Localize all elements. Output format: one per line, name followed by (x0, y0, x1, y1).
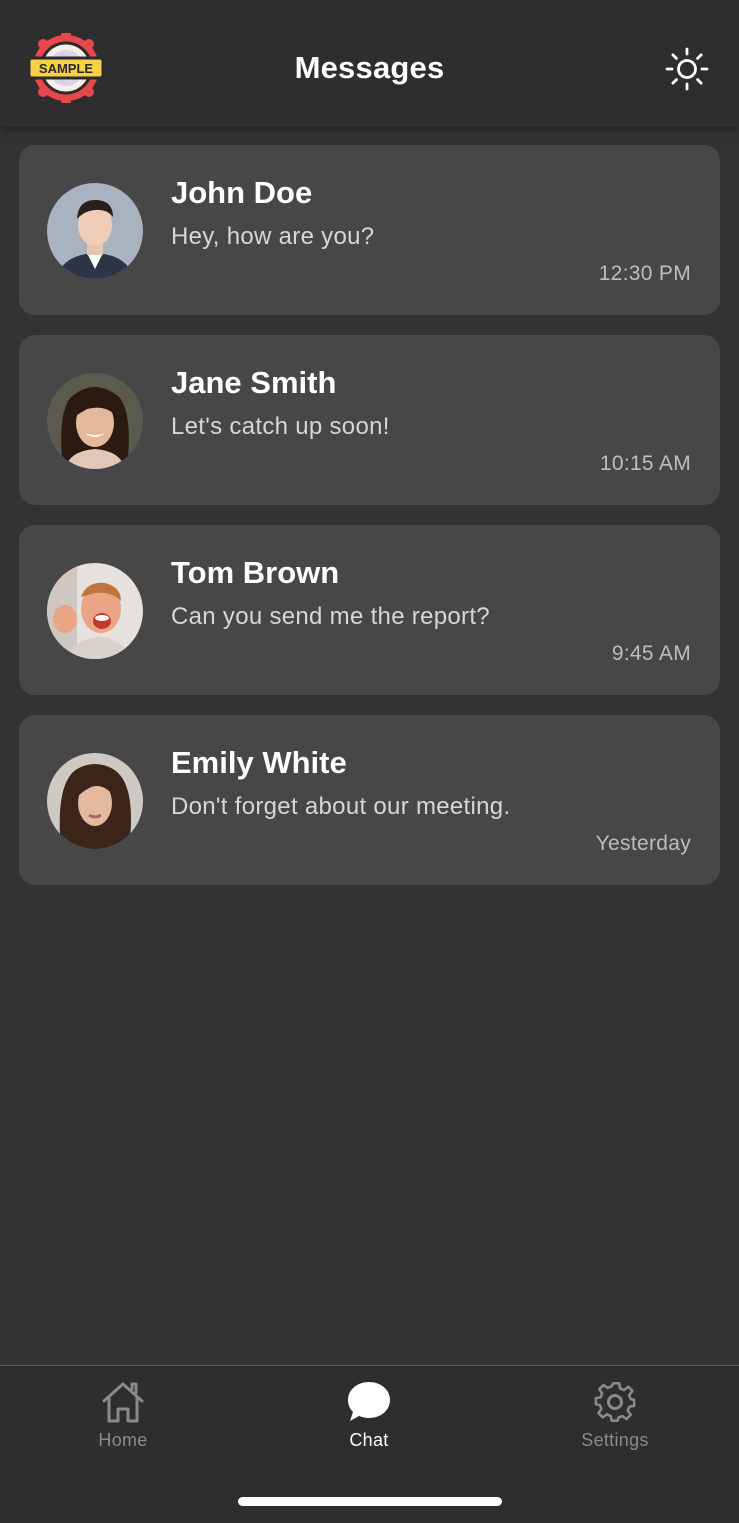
contact-name: John Doe (171, 175, 313, 210)
tab-home-label: Home (98, 1430, 148, 1450)
avatar (47, 753, 143, 849)
contact-name: Tom Brown (171, 555, 340, 590)
message-preview: Don't forget about our meeting. (171, 793, 511, 820)
conversation-item-jane-smith[interactable]: Jane Smith Let's catch up soon! 10:15 AM (19, 335, 720, 505)
contact-name: Jane Smith (171, 365, 337, 400)
avatar (47, 563, 143, 659)
message-preview: Let's catch up soon! (171, 413, 390, 440)
tab-chat[interactable]: Chat (289, 1380, 449, 1456)
tab-settings[interactable]: Settings (535, 1380, 695, 1456)
theme-toggle-button[interactable] (664, 46, 710, 92)
message-preview: Hey, how are you? (171, 223, 375, 250)
message-time: 10:15 AM (599, 452, 691, 475)
sun-icon (665, 47, 709, 91)
message-time: 9:45 AM (611, 642, 691, 665)
chat-bubble-icon (348, 1382, 390, 1421)
conversation-list: John Doe Hey, how are you? 12:30 PM Jane… (19, 145, 720, 905)
avatar (47, 183, 143, 279)
avatar (47, 373, 143, 469)
message-preview: Can you send me the report? (171, 603, 490, 630)
conversation-item-john-doe[interactable]: John Doe Hey, how are you? 12:30 PM (19, 145, 720, 315)
conversation-item-tom-brown[interactable]: Tom Brown Can you send me the report? 9:… (19, 525, 720, 695)
tab-chat-label: Chat (349, 1430, 389, 1450)
gear-icon (594, 1382, 636, 1422)
home-icon (102, 1382, 144, 1423)
app-header: SAMPLE Messages (0, 0, 739, 127)
tab-settings-label: Settings (581, 1430, 649, 1450)
tab-home[interactable]: Home (43, 1380, 203, 1456)
messages-screen: SAMPLE Messages John Doe Hey, how are yo… (0, 0, 739, 1523)
contact-name: Emily White (171, 745, 347, 780)
page-title: Messages (294, 50, 445, 85)
message-time: Yesterday (595, 832, 691, 855)
home-indicator (238, 1497, 502, 1506)
message-time: 12:30 PM (598, 262, 691, 285)
conversation-item-emily-white[interactable]: Emily White Don't forget about our meeti… (19, 715, 720, 885)
